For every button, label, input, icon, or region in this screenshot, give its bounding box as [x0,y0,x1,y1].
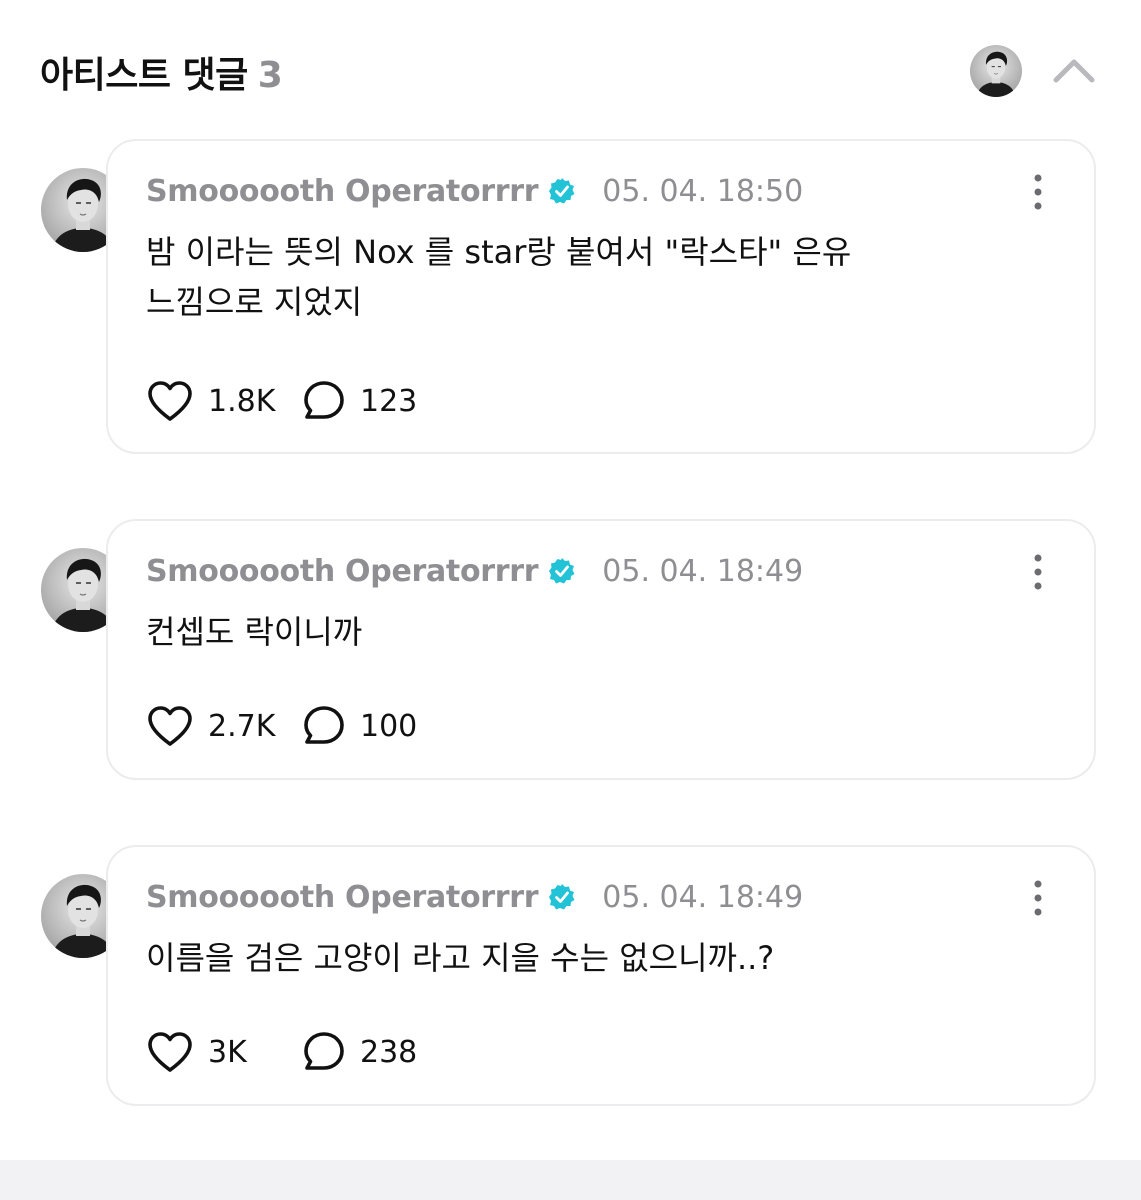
reply-button[interactable]: 100 [302,704,417,748]
like-button[interactable]: 2.7K [146,704,302,748]
collapse-button[interactable] [1050,50,1098,90]
speech-bubble-icon [304,1032,344,1070]
comment-card: Smoooooth Operatorrrr 05. 04. 18:50 밤 이라… [106,139,1096,454]
like-button[interactable]: 1.8K [146,379,302,423]
heart-outline-icon [148,1032,192,1072]
section-title-label: 아티스트 댓글 [40,55,248,96]
comment-meta: Smoooooth Operatorrrr 05. 04. 18:50 [146,171,803,211]
comment-timestamp: 05. 04. 18:50 [602,173,804,209]
comment-text-line: 컨셉도 락이니까 [146,613,363,651]
comment-text: 컨셉도 락이니까 [146,607,976,657]
speech-bubble-icon [304,381,344,419]
comment-text: 밤 이라는 뜻의 Nox 를 star랑 붙여서 "락스타" 은유 느낌으로 지… [146,227,976,327]
comment-text-line: 밤 이라는 뜻의 Nox 를 star랑 붙여서 "락스타" 은유 [146,233,852,271]
heart-outline-icon [148,381,192,421]
reply-count: 100 [360,708,418,744]
bottom-divider [0,1160,1141,1200]
artist-comments-header: 아티스트 댓글 3 [0,0,1141,140]
vertical-dots-icon [1034,174,1042,210]
comment-author[interactable]: Smoooooth Operatorrrr [146,880,539,915]
comment-actions: 2.7K 100 [146,702,417,750]
heart-outline-icon [148,706,192,746]
vertical-dots-icon [1034,554,1042,590]
speech-bubble-icon [304,706,344,744]
comment-timestamp: 05. 04. 18:49 [602,553,804,589]
comment-actions: 1.8K 123 [146,377,417,425]
like-count: 3K [208,1034,247,1070]
comment-text-line: 이름을 검은 고양이 라고 지을 수는 없으니까..? [146,939,775,977]
comment-card: Smoooooth Operatorrrr 05. 04. 18:49 이름을 … [106,845,1096,1106]
verified-badge-icon [549,884,575,910]
reply-count: 123 [360,383,418,419]
verified-badge-icon [549,178,575,204]
more-options-button[interactable] [1030,173,1046,211]
artist-avatar[interactable] [970,45,1022,97]
comment-card: Smoooooth Operatorrrr 05. 04. 18:49 컨셉도 … [106,519,1096,780]
comment-actions: 3K 238 [146,1028,417,1076]
like-count: 2.7K [208,708,276,744]
reply-button[interactable]: 238 [302,1030,417,1074]
comment-timestamp: 05. 04. 18:49 [602,879,804,915]
comment-count: 3 [257,55,283,96]
chevron-up-icon [1053,59,1095,83]
section-title: 아티스트 댓글 3 [40,46,283,98]
reply-count: 238 [360,1034,418,1070]
comment-text-line: 느낌으로 지었지 [146,283,363,321]
like-button[interactable]: 3K [146,1030,302,1074]
comment-author[interactable]: Smoooooth Operatorrrr [146,554,539,589]
comment-meta: Smoooooth Operatorrrr 05. 04. 18:49 [146,877,803,917]
vertical-dots-icon [1034,880,1042,916]
more-options-button[interactable] [1030,553,1046,591]
more-options-button[interactable] [1030,879,1046,917]
like-count: 1.8K [208,383,276,419]
artist-avatar-image [970,45,1022,97]
comment-text: 이름을 검은 고양이 라고 지을 수는 없으니까..? [146,933,976,983]
reply-button[interactable]: 123 [302,379,417,423]
verified-badge-icon [549,558,575,584]
comment-author[interactable]: Smoooooth Operatorrrr [146,174,539,209]
comment-meta: Smoooooth Operatorrrr 05. 04. 18:49 [146,551,803,591]
